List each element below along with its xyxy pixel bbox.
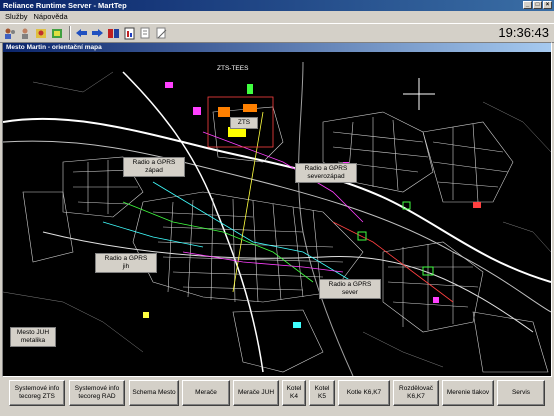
- menu-item-sluzby[interactable]: Služby: [5, 11, 28, 23]
- toolbar: [0, 23, 554, 43]
- view-title: Mesto Martin - orientační mapa: [3, 43, 551, 52]
- close-button[interactable]: ×: [543, 1, 552, 9]
- map-label-mesto-juh[interactable]: Mesto JUH metalika: [10, 327, 56, 347]
- system-info-zts-button[interactable]: Systemové info tecoreg ZTS: [9, 380, 65, 406]
- menu-bar: Služby Nápověda: [0, 11, 554, 23]
- button-bar: Systemové info tecoreg ZTS Systemové inf…: [0, 378, 554, 416]
- kotel-k4-button[interactable]: Kotel K4: [282, 380, 306, 406]
- kotel-k5-button[interactable]: Kotel K5: [309, 380, 335, 406]
- app-window: Reliance Runtime Server - MartTep _ □ × …: [0, 0, 554, 416]
- map-label-radio-severozapad[interactable]: Radio a GPRS severozápad: [295, 163, 357, 183]
- toolbar-separator: [69, 26, 71, 40]
- minimize-button[interactable]: _: [523, 1, 532, 9]
- title-bar[interactable]: Reliance Runtime Server - MartTep _ □ ×: [0, 0, 554, 11]
- system-info-rad-button[interactable]: Systemové info tecoreg RAD: [69, 380, 125, 406]
- alarm-icon[interactable]: [50, 26, 64, 40]
- map-label-zts-top[interactable]: ZTS-ТЕЕS: [215, 64, 250, 74]
- kotle-k6-k7-button[interactable]: Kotle K6,K7: [338, 380, 390, 406]
- user-icon[interactable]: [18, 26, 32, 40]
- forward-arrow-icon[interactable]: [90, 26, 104, 40]
- maximize-button[interactable]: □: [533, 1, 542, 9]
- book-icon[interactable]: [106, 26, 120, 40]
- report-icon[interactable]: [122, 26, 136, 40]
- back-arrow-icon[interactable]: [74, 26, 88, 40]
- clock-display: 19:36:43: [498, 25, 549, 40]
- map-label-zts[interactable]: ZTS: [230, 117, 258, 129]
- rozdelovac-k6-k7-button[interactable]: Rozdělovač K6,K7: [393, 380, 439, 406]
- users-icon[interactable]: [2, 26, 16, 40]
- city-map[interactable]: [3, 52, 551, 376]
- schema-mesto-button[interactable]: Schema Mesto: [129, 380, 179, 406]
- map-label-radio-zapad[interactable]: Radio a GPRS západ: [123, 157, 185, 177]
- map-view: Mesto Martin - orientační mapa ZTS-ТЕЕS …: [2, 42, 552, 377]
- window-title: Reliance Runtime Server - MartTep: [3, 1, 127, 10]
- print-icon[interactable]: [138, 26, 152, 40]
- merace-button[interactable]: Merače: [182, 380, 230, 406]
- window-controls: _ □ ×: [523, 1, 552, 9]
- merenie-tlakov-button[interactable]: Merenie tlakov: [442, 380, 494, 406]
- edit-icon[interactable]: [154, 26, 168, 40]
- map-label-radio-sever[interactable]: Radio a GPRS sever: [319, 279, 381, 299]
- servis-button[interactable]: Servis: [497, 380, 545, 406]
- login-icon[interactable]: [34, 26, 48, 40]
- map-label-radio-jih[interactable]: Radio a GPRS jih: [95, 253, 157, 273]
- menu-item-napoveda[interactable]: Nápověda: [34, 11, 68, 23]
- merace-juh-button[interactable]: Merače JUH: [233, 380, 279, 406]
